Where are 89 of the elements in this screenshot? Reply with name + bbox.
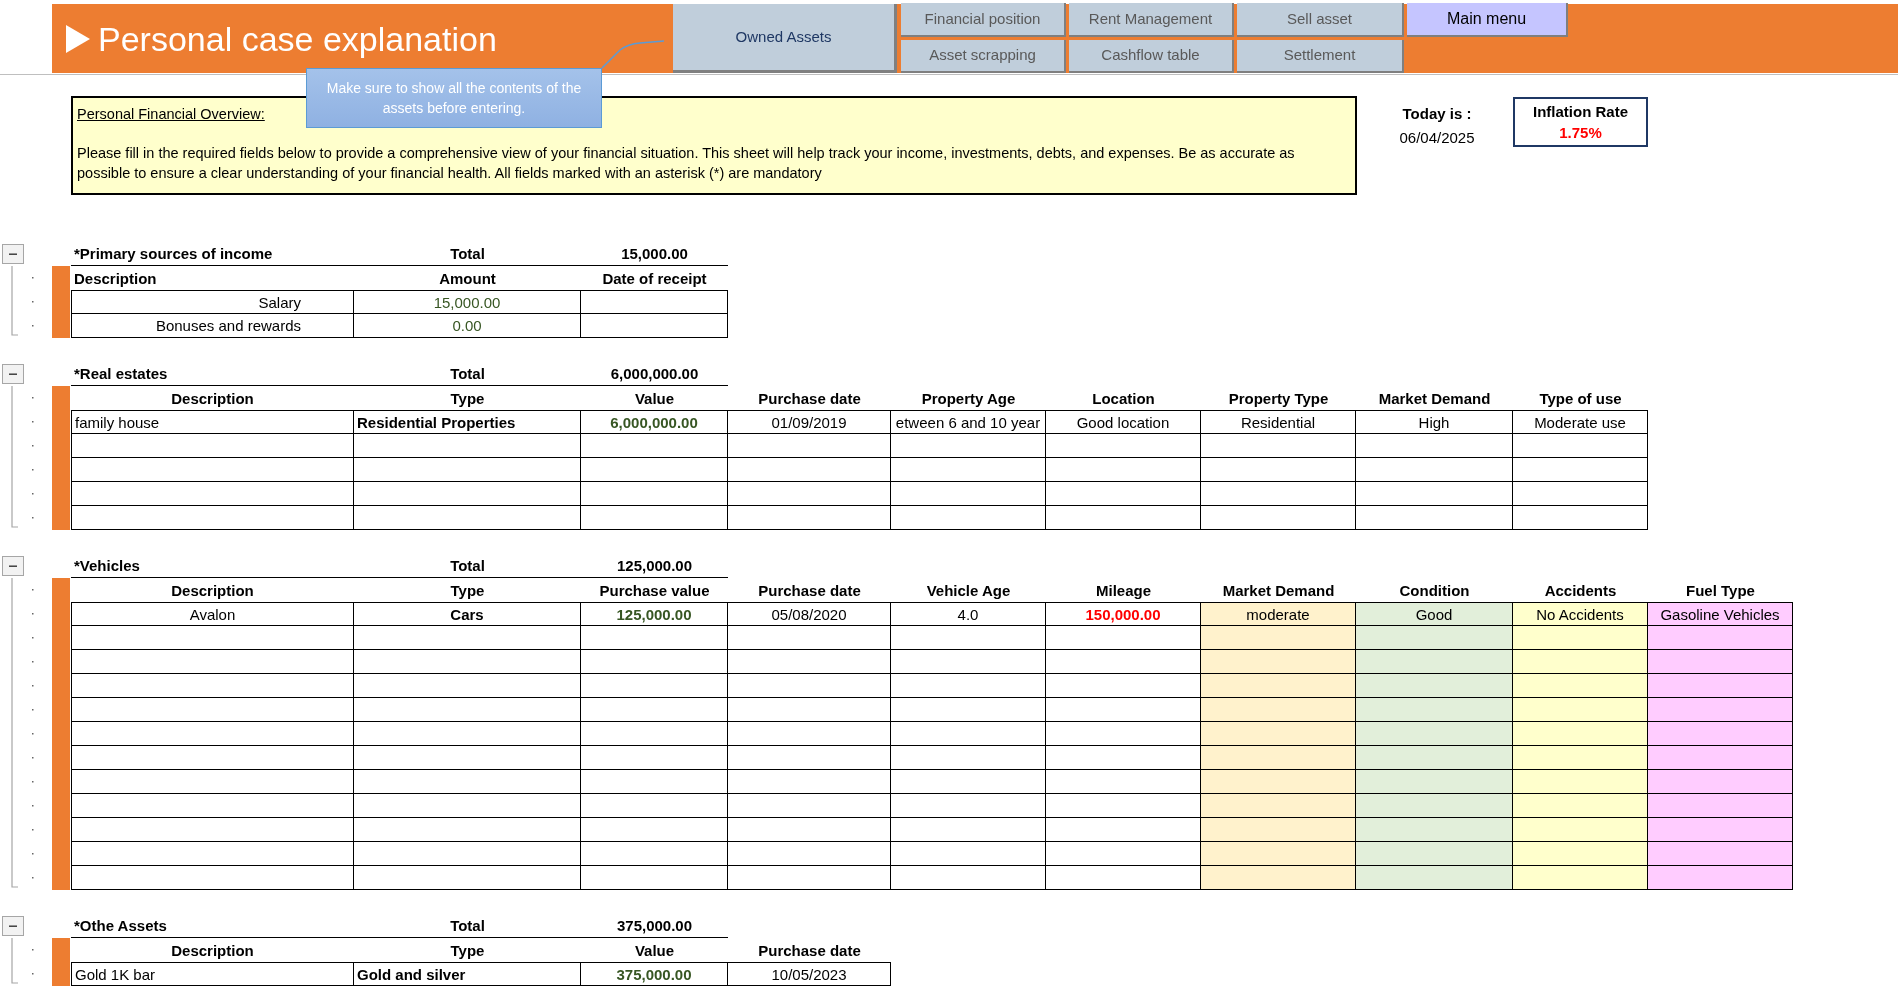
nav-button[interactable]: Settlement (1237, 40, 1404, 73)
overview-heading: Personal Financial Overview: (77, 105, 265, 124)
column-header: Purchase date (757, 941, 862, 961)
table-cell: Cars (354, 602, 581, 626)
table-cell: Gold and silver (354, 962, 581, 986)
column-header: Fuel Type (1685, 581, 1756, 601)
table-cell: Good (1356, 602, 1513, 626)
nav-button[interactable]: Rent Management (1069, 3, 1234, 37)
nav-button[interactable]: Owned Assets (673, 4, 897, 73)
column-header: Description (170, 941, 255, 961)
column-header: Description (170, 581, 255, 601)
table-cell: 01/09/2019 (728, 410, 891, 434)
table-cell: Gasoline Vehicles (1648, 602, 1793, 626)
table-cell: 4.0 (891, 602, 1046, 626)
total-value: 125,000.00 (581, 554, 728, 578)
table-cell: 0.00 (354, 314, 581, 338)
column-header: Accidents (1543, 581, 1618, 601)
leader-line (600, 38, 666, 70)
column-header: Purchase value (598, 581, 711, 601)
play-icon (66, 24, 90, 53)
column-header: Value (633, 389, 676, 409)
table-cell: Moderate use (1513, 410, 1648, 434)
main-menu-button[interactable]: Main menu (1407, 3, 1568, 37)
column-header: Amount (438, 269, 497, 289)
nav-button[interactable]: Asset scrapping (901, 40, 1066, 73)
today-label: Today is : (1401, 104, 1473, 124)
table-cell: Residential Properties (354, 410, 581, 434)
collapse-button[interactable] (2, 556, 24, 576)
table-cell: moderate (1201, 602, 1356, 626)
collapse-button[interactable] (2, 364, 24, 384)
nav-button[interactable]: Sell asset (1237, 3, 1404, 37)
collapse-button[interactable] (2, 244, 24, 264)
table-cell: Avalon (71, 602, 354, 626)
inflation-value: 1.75% (1558, 123, 1603, 143)
table-cell: 15,000.00 (354, 290, 581, 314)
column-header: Property Type (1227, 389, 1330, 409)
column-header: Type of use (1538, 389, 1623, 409)
table-cell: Gold 1K bar (71, 962, 354, 986)
column-header: Vehicle Age (925, 581, 1012, 601)
row-group-marker (52, 266, 70, 338)
column-header: Value (633, 941, 676, 961)
table-cell: 6,000,000.00 (581, 410, 728, 434)
total-value: 375,000.00 (581, 914, 728, 938)
table-cell: Salary (71, 290, 354, 314)
table-cell: No Accidents (1513, 602, 1648, 626)
table-cell: Residential (1201, 410, 1356, 434)
table-cell: 125,000.00 (581, 602, 728, 626)
section-title: *Vehicles (71, 554, 354, 578)
table-cell: Good location (1046, 410, 1201, 434)
total-label: Total (354, 554, 581, 578)
callout-note: Make sure to show all the contents of the assets before entering. (306, 68, 602, 128)
column-header: Market Demand (1377, 389, 1492, 409)
table-cell: 150,000.00 (1046, 602, 1201, 626)
inflation-label: Inflation Rate (1532, 102, 1629, 122)
total-label: Total (354, 914, 581, 938)
column-header: Condition (1398, 581, 1471, 601)
table-cell: Bonuses and rewards (71, 314, 354, 338)
table-cell: 375,000.00 (581, 962, 728, 986)
column-header: Market Demand (1221, 581, 1336, 601)
total-label: Total (354, 362, 581, 386)
total-value: 15,000.00 (581, 242, 728, 266)
column-header: Type (449, 941, 486, 961)
page-title: Personal case explanation (98, 21, 497, 56)
overview-text: Please fill in the required fields below to provide a comprehensive view of your financial situation. This sheet will help track your income, investments, debts, and expenses. Be as accurate as possible to ensure a clear understanding of your financial health. All fields marked with an asterisk (*) are mandatory (77, 144, 1296, 183)
column-header: Description (73, 269, 158, 289)
total-label: Total (354, 242, 581, 266)
table-cell: 10/05/2023 (728, 962, 891, 986)
section-title: *Othe Assets (71, 914, 354, 938)
nav-button[interactable]: Financial position (901, 3, 1066, 37)
section-title: *Real estates (71, 362, 354, 386)
column-header: Mileage (1095, 581, 1152, 601)
nav-button[interactable]: Cashflow table (1069, 40, 1234, 73)
table-cell: etween 6 and 10 year (891, 410, 1046, 434)
total-value: 6,000,000.00 (581, 362, 728, 386)
column-header: Date of receipt (601, 269, 708, 289)
column-header: Location (1091, 389, 1156, 409)
section-title: *Primary sources of income (71, 242, 354, 266)
table-cell: High (1356, 410, 1513, 434)
column-header: Purchase date (757, 581, 862, 601)
collapse-button[interactable] (2, 916, 24, 936)
column-header: Type (449, 389, 486, 409)
column-header: Purchase date (757, 389, 862, 409)
table-cell: family house (71, 410, 354, 434)
table-cell: 05/08/2020 (728, 602, 891, 626)
column-header: Description (170, 389, 255, 409)
today-date: 06/04/2025 (1398, 128, 1476, 148)
column-header: Type (449, 581, 486, 601)
column-header: Property Age (920, 389, 1017, 409)
row-group-marker (52, 938, 70, 986)
